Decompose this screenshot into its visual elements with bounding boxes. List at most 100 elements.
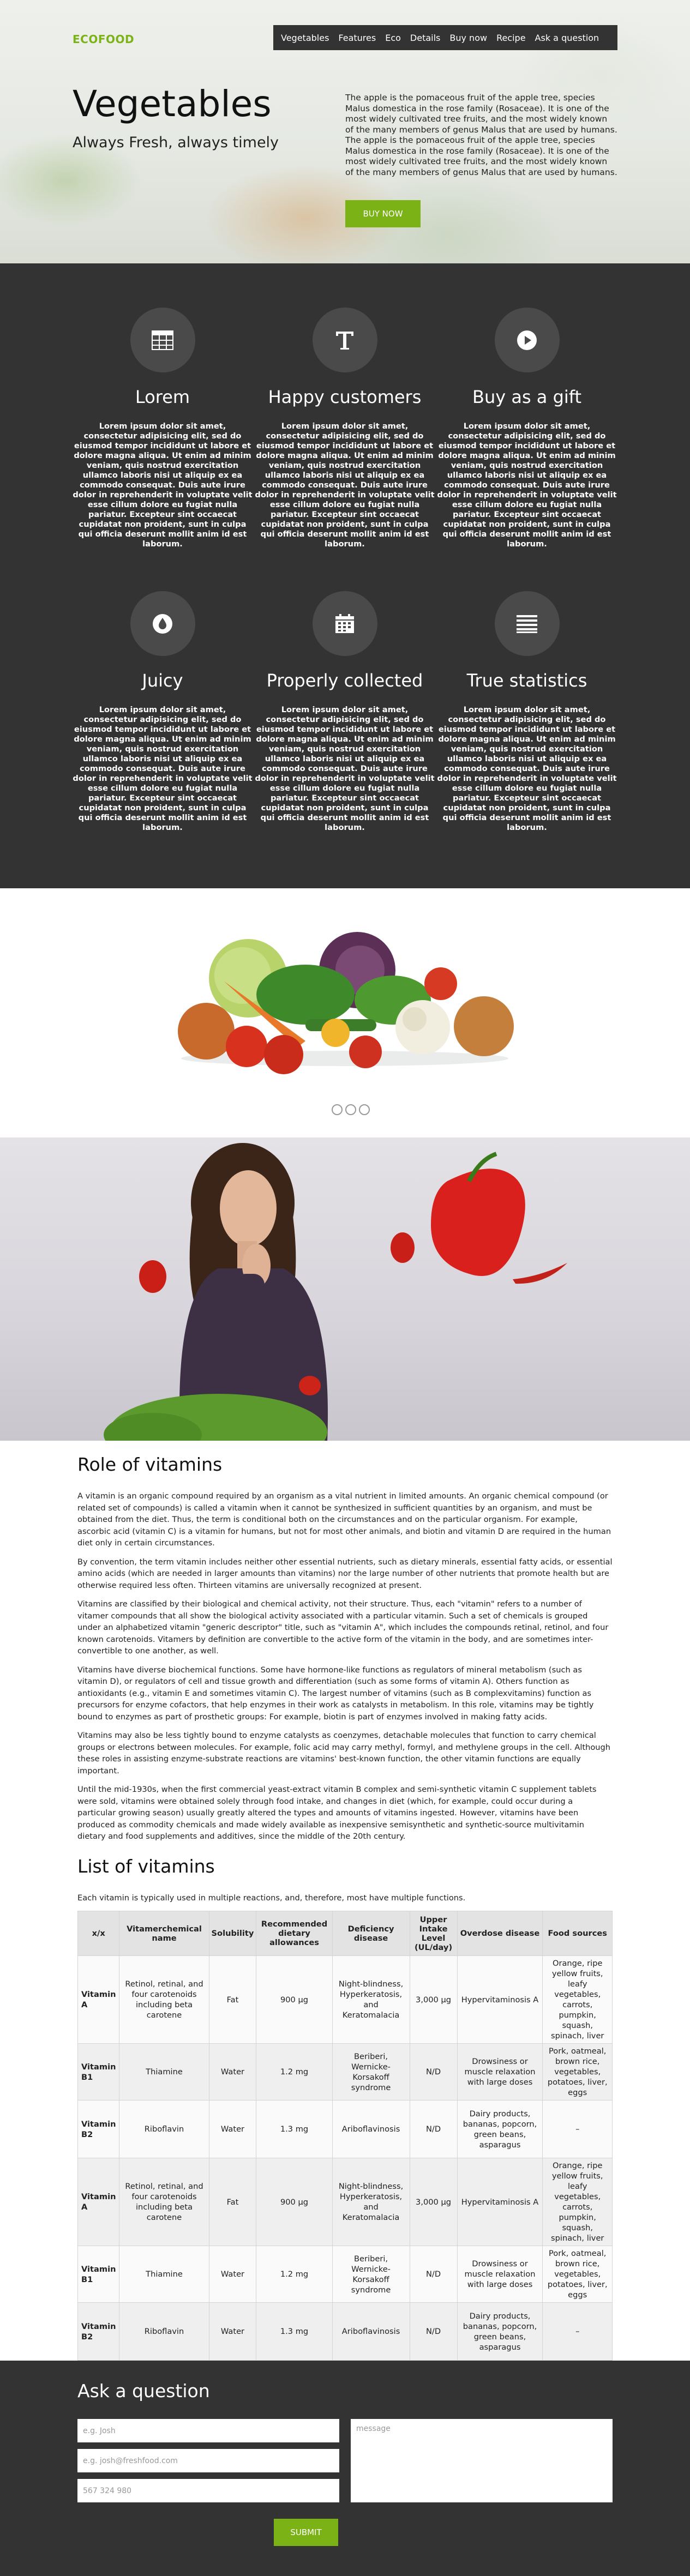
table-cell: Night-blindness, Hyperkeratosis, and Ker… <box>332 2158 410 2246</box>
feature-title: Buy as a gift <box>472 387 582 407</box>
table-cell: Vitamin B1 <box>77 2246 120 2303</box>
phone-input[interactable] <box>77 2479 339 2502</box>
article-title: Role of vitamins <box>77 1454 223 1475</box>
column-header: Upper Intake Level (UL/day) <box>409 1911 458 1956</box>
message-textarea[interactable] <box>351 2419 613 2502</box>
feature-icon-circle <box>312 308 377 372</box>
table-cell: – <box>542 2100 613 2158</box>
table-cell: Beriberi, Wernicke-Korsakoff syndrome <box>332 2246 410 2303</box>
nav-eco[interactable]: Eco <box>385 33 401 43</box>
table-row: Vitamin B2 Riboflavin Water 1.3 mg Aribo… <box>77 2100 613 2158</box>
table-cell: Retinol, retinal, and four carotenoids i… <box>119 2158 209 2246</box>
table-row: Vitamin B1 Thiamine Water 1.2 mg Beriber… <box>77 2246 613 2303</box>
carousel-dot-3[interactable] <box>359 1104 370 1115</box>
table-cell: Water <box>208 2100 257 2158</box>
column-header: Solubility <box>208 1911 257 1956</box>
feature-text: Lorem ipsum dolor sit amet, consectetur … <box>255 422 435 549</box>
feature-properly-collected: Properly collected Lorem ipsum dolor sit… <box>255 591 435 833</box>
submit-button[interactable]: SUBMIT <box>274 2519 338 2546</box>
carousel-dot-1[interactable] <box>332 1104 343 1115</box>
drop-icon <box>153 613 172 634</box>
article-paragraph: A vitamin is an organic compound require… <box>77 1491 611 1548</box>
feature-title: Properly collected <box>266 670 423 691</box>
feature-text: Lorem ipsum dolor sit amet, consectetur … <box>255 705 435 832</box>
nav-recipe[interactable]: Recipe <box>496 33 525 43</box>
feature-text: Lorem ipsum dolor sit amet, consectetur … <box>73 705 253 832</box>
column-header: x/x <box>77 1911 120 1956</box>
hero-subtitle: Always Fresh, always timely <box>73 134 279 151</box>
table-cell: Fat <box>208 2158 257 2246</box>
woman-peppers-banner <box>0 1137 690 1441</box>
table-cell: Night-blindness, Hyperkeratosis, and Ker… <box>332 1955 410 2044</box>
table-cell: Fat <box>208 1955 257 2044</box>
name-input[interactable] <box>77 2419 339 2442</box>
feature-title: Lorem <box>135 387 190 407</box>
nav-details[interactable]: Details <box>410 33 440 43</box>
feature-icon-circle <box>494 591 560 656</box>
article-paragraph: Vitamins may also be less tightly bound … <box>77 1731 611 1775</box>
table-cell: Water <box>208 2043 257 2100</box>
table-cell: N/D <box>409 2302 458 2361</box>
logo[interactable]: ECOFOOD <box>73 33 134 46</box>
table-cell: Riboflavin <box>119 2100 209 2158</box>
table-cell: Vitamin B2 <box>77 2302 120 2361</box>
vegetables-image <box>178 932 514 1074</box>
column-header: Deficiency disease <box>332 1911 410 1956</box>
nav-vegetables[interactable]: Vegetables <box>281 33 329 43</box>
feature-text: Lorem ipsum dolor sit amet, consectetur … <box>437 422 617 549</box>
table-cell: N/D <box>409 2100 458 2158</box>
feature-icon-circle <box>494 308 560 372</box>
hero-title: Vegetables <box>73 83 272 125</box>
feature-text: Lorem ipsum dolor sit amet, consectetur … <box>437 705 617 832</box>
table-cell: Pork, oatmeal, brown rice, vegetables, p… <box>542 2246 613 2303</box>
feature-true-statistics: True statistics Lorem ipsum dolor sit am… <box>437 591 617 833</box>
table-cell: Drowsiness or muscle relaxation with lar… <box>457 2246 543 2303</box>
table-cell: Ariboflavinosis <box>332 2100 410 2158</box>
woman-with-peppers-image <box>104 1143 567 1441</box>
article-paragraph: Until the mid-1930s, when the first comm… <box>77 1785 597 1841</box>
feature-lorem: Lorem Lorem ipsum dolor sit amet, consec… <box>73 308 253 549</box>
ask-question-section: Ask a question SUBMIT <box>0 2361 690 2576</box>
vitamins-list-intro: Each vitamin is typically used in multip… <box>77 1893 466 1903</box>
table-cell: 3,000 µg <box>409 1955 458 2044</box>
vegetables-carousel <box>0 888 690 1137</box>
nav-buy-now[interactable]: Buy now <box>449 33 487 43</box>
table-cell: Hypervitaminosis A <box>457 2158 543 2246</box>
features-section: Lorem Lorem ipsum dolor sit amet, consec… <box>0 263 690 888</box>
table-cell: Water <box>208 2302 257 2361</box>
feature-icon-circle <box>312 591 377 656</box>
table-cell: Thiamine <box>119 2043 209 2100</box>
buy-now-button[interactable]: BUY NOW <box>345 200 421 227</box>
table-cell: Vitamin B1 <box>77 2043 120 2100</box>
nav-features[interactable]: Features <box>338 33 376 43</box>
table-row: Vitamin B2 Riboflavin Water 1.3 mg Aribo… <box>77 2302 613 2361</box>
table-cell: Orange, ripe yellow fruits, leafy vegeta… <box>542 2158 613 2246</box>
vitamins-article: Role of vitamins A vitamin is an organic… <box>0 1454 690 2361</box>
hero-section: ECOFOOD Vegetables Features Eco Details … <box>0 0 690 263</box>
feature-title: Juicy <box>142 670 183 691</box>
carousel-dots <box>332 1104 373 1115</box>
table-cell: Vitamin B2 <box>77 2100 120 2158</box>
feature-text: Lorem ipsum dolor sit amet, consectetur … <box>73 422 253 549</box>
email-input[interactable] <box>77 2449 339 2472</box>
table-cell: Drowsiness or muscle relaxation with lar… <box>457 2043 543 2100</box>
table-cell: 1.2 mg <box>256 2043 333 2100</box>
play-icon <box>517 330 537 350</box>
table-cell: – <box>542 2302 613 2361</box>
column-header: Recommended dietary allowances <box>256 1911 333 1956</box>
column-header: Food sources <box>542 1911 613 1956</box>
table-cell: Riboflavin <box>119 2302 209 2361</box>
main-nav: Vegetables Features Eco Details Buy now … <box>273 25 617 50</box>
calendar-icon <box>335 613 354 633</box>
nav-ask-question[interactable]: Ask a question <box>535 33 599 43</box>
feature-juicy: Juicy Lorem ipsum dolor sit amet, consec… <box>73 591 253 833</box>
carousel-dot-2[interactable] <box>345 1104 356 1115</box>
feature-title: Happy customers <box>268 387 422 407</box>
text-icon <box>336 331 353 350</box>
feature-icon-circle <box>130 308 195 372</box>
table-cell: Orange, ripe yellow fruits, leafy vegeta… <box>542 1955 613 2044</box>
table-cell: 900 µg <box>256 2158 333 2246</box>
table-cell: Water <box>208 2246 257 2303</box>
table-cell: Dairy products, bananas, popcorn, green … <box>457 2302 543 2361</box>
table-cell: Hypervitaminosis A <box>457 1955 543 2044</box>
